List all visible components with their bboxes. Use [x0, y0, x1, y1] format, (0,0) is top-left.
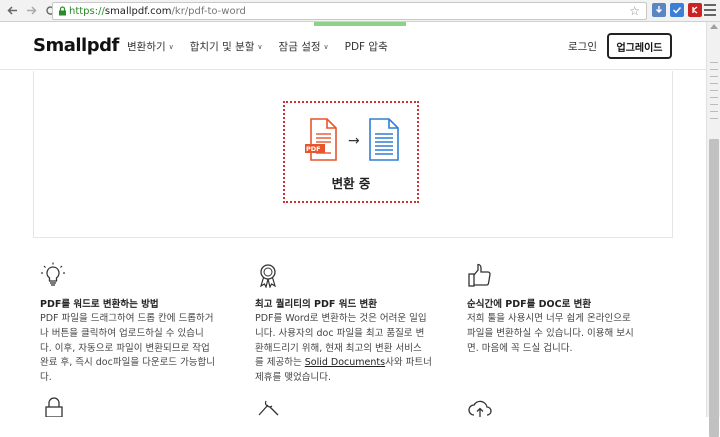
nav-merge-split-label: 합치기 및 분할 — [189, 41, 255, 53]
pdf-file-icon — [305, 118, 337, 161]
url-scheme: https:// — [69, 5, 105, 17]
lock-icon — [55, 4, 69, 18]
nav-convert-label: 변환하기 — [127, 41, 166, 53]
logo[interactable]: Smallpdf — [33, 35, 119, 56]
chevron-down-icon: ∨ — [323, 42, 329, 51]
solid-documents-link[interactable]: Solid Documents — [305, 357, 385, 368]
bookmark-star-icon[interactable]: ☆ — [629, 4, 640, 18]
extension-download-icon[interactable] — [652, 3, 666, 17]
address-bar[interactable]: https://smallpdf.com/kr/pdf-to-word ☆ — [52, 2, 647, 20]
feature-line: 다. — [40, 372, 52, 384]
scroll-up-arrow-icon[interactable] — [710, 24, 718, 29]
award-ribbon-icon — [260, 264, 276, 289]
converter-panel: PDF → 변환 중 — [33, 71, 673, 238]
extension-check-icon[interactable] — [670, 3, 684, 17]
feature-line: 니다. 사용자의 doc 파일을 최고 품질로 변 — [255, 327, 425, 339]
feature-line-part: 를 제공하는 — [255, 357, 305, 369]
nav-lock[interactable]: 잠금 설정 ∨ — [279, 39, 329, 54]
cloud-upload-icon — [468, 400, 492, 417]
feature-body: PDF를 Word로 변환하는 것은 어려운 일입 니다. 사용자의 doc 파… — [255, 312, 450, 386]
word-file-icon — [369, 118, 399, 161]
upgrade-button[interactable]: 업그레이드 — [607, 33, 672, 59]
feature-title: PDF를 워드로 변환하는 방법 — [40, 299, 159, 310]
feature-line: 를 제공하는 Solid Documents사와 파트너 — [255, 356, 450, 371]
feature-line-part: 사와 파트너 — [385, 357, 432, 369]
nav-merge-split[interactable]: 합치기 및 분할 ∨ — [190, 39, 263, 54]
forward-arrow-icon — [26, 6, 37, 15]
thumbs-up-icon — [468, 263, 491, 287]
feature-line: 나 버튼을 클릭하여 업로드하실 수 있습니 — [40, 327, 204, 339]
scrollbar-thumb[interactable] — [709, 139, 719, 437]
feature-speed: 순식간에 PDF를 DOC로 변환 저희 툴을 사용시면 너무 쉽게 온라인으로… — [467, 262, 662, 356]
nav-compress[interactable]: PDF 압축 — [345, 39, 388, 54]
feature-line: 면. 마음에 꼭 드실 겁니다. — [467, 342, 573, 354]
feature-line: 파일을 변환하실 수 있습니다. 이용해 보시 — [467, 327, 634, 339]
feature-body: PDF 파일을 드래그하여 드롭 칸에 드롭하거 나 버튼을 클릭하여 업로드하… — [40, 312, 235, 386]
site-header: Smallpdf 변환하기 ∨ 합치기 및 분할 ∨ 잠금 설정 ∨ PDF 압축 로… — [0, 22, 706, 70]
feature-line: PDF를 Word로 변환하는 것은 어려운 일입 — [255, 313, 427, 324]
drop-zone[interactable]: PDF → 변환 중 — [283, 101, 419, 203]
extension-red-icon[interactable] — [688, 3, 702, 17]
feature-line: 환해드리기 위해, 현재 최고의 변환 서비스 — [255, 342, 422, 354]
feature-title: 최고 퀄리티의 PDF 워드 변환 — [255, 299, 377, 310]
nav-convert[interactable]: 변환하기 ∨ — [127, 39, 174, 54]
url-path: /kr/pdf-to-word — [171, 5, 246, 17]
feature-line: 저희 툴을 사용시면 너무 쉽게 온라인으로 — [467, 313, 631, 324]
nav-compress-label: PDF 압축 — [344, 41, 388, 53]
back-arrow-icon — [6, 6, 17, 15]
feature-how-to: PDF를 워드로 변환하는 방법 PDF 파일을 드래그하여 드롭 칸에 드롭하… — [40, 262, 235, 386]
tools-icon — [258, 400, 279, 416]
nav-lock-label: 잠금 설정 — [278, 41, 321, 53]
back-button[interactable] — [4, 3, 20, 19]
scrollbar-markers — [710, 62, 718, 125]
convert-arrow: → — [348, 133, 360, 149]
chevron-down-icon: ∨ — [168, 42, 174, 51]
feature-title: 순식간에 PDF를 DOC로 변환 — [467, 299, 592, 310]
feature-line: 제휴를 맺었습니다. — [255, 372, 331, 384]
forward-button[interactable] — [23, 3, 39, 19]
url-host: smallpdf.com — [104, 5, 172, 17]
login-link[interactable]: 로그인 — [568, 39, 597, 54]
browser-menu-icon[interactable] — [704, 3, 716, 17]
main-nav: 변환하기 ∨ 합치기 및 분할 ∨ 잠금 설정 ∨ PDF 압축 — [127, 39, 404, 54]
browser-toolbar: https://smallpdf.com/kr/pdf-to-word ☆ — [0, 0, 720, 22]
lightbulb-icon — [41, 262, 65, 286]
converting-status: 변환 중 — [331, 176, 371, 191]
page-scrollbar[interactable] — [706, 22, 720, 437]
chevron-down-icon: ∨ — [257, 42, 263, 51]
feature-quality: 최고 퀄리티의 PDF 워드 변환 PDF를 Word로 변환하는 것은 어려운… — [255, 262, 450, 386]
pdf-badge-label: PDF — [306, 145, 321, 153]
feature-body: 저희 툴을 사용시면 너무 쉽게 온라인으로 파일을 변환하실 수 있습니다. … — [467, 312, 662, 356]
feature-line: 완료 후, 즉시 doc파일을 다운로드 가능합니 — [40, 357, 216, 369]
lock-icon — [45, 397, 63, 417]
feature-line: PDF 파일을 드래그하여 드롭 칸에 드롭하거 — [40, 313, 214, 324]
feature-line: 다. 이후, 자동으로 파일이 변환되므로 작업 — [40, 342, 210, 354]
